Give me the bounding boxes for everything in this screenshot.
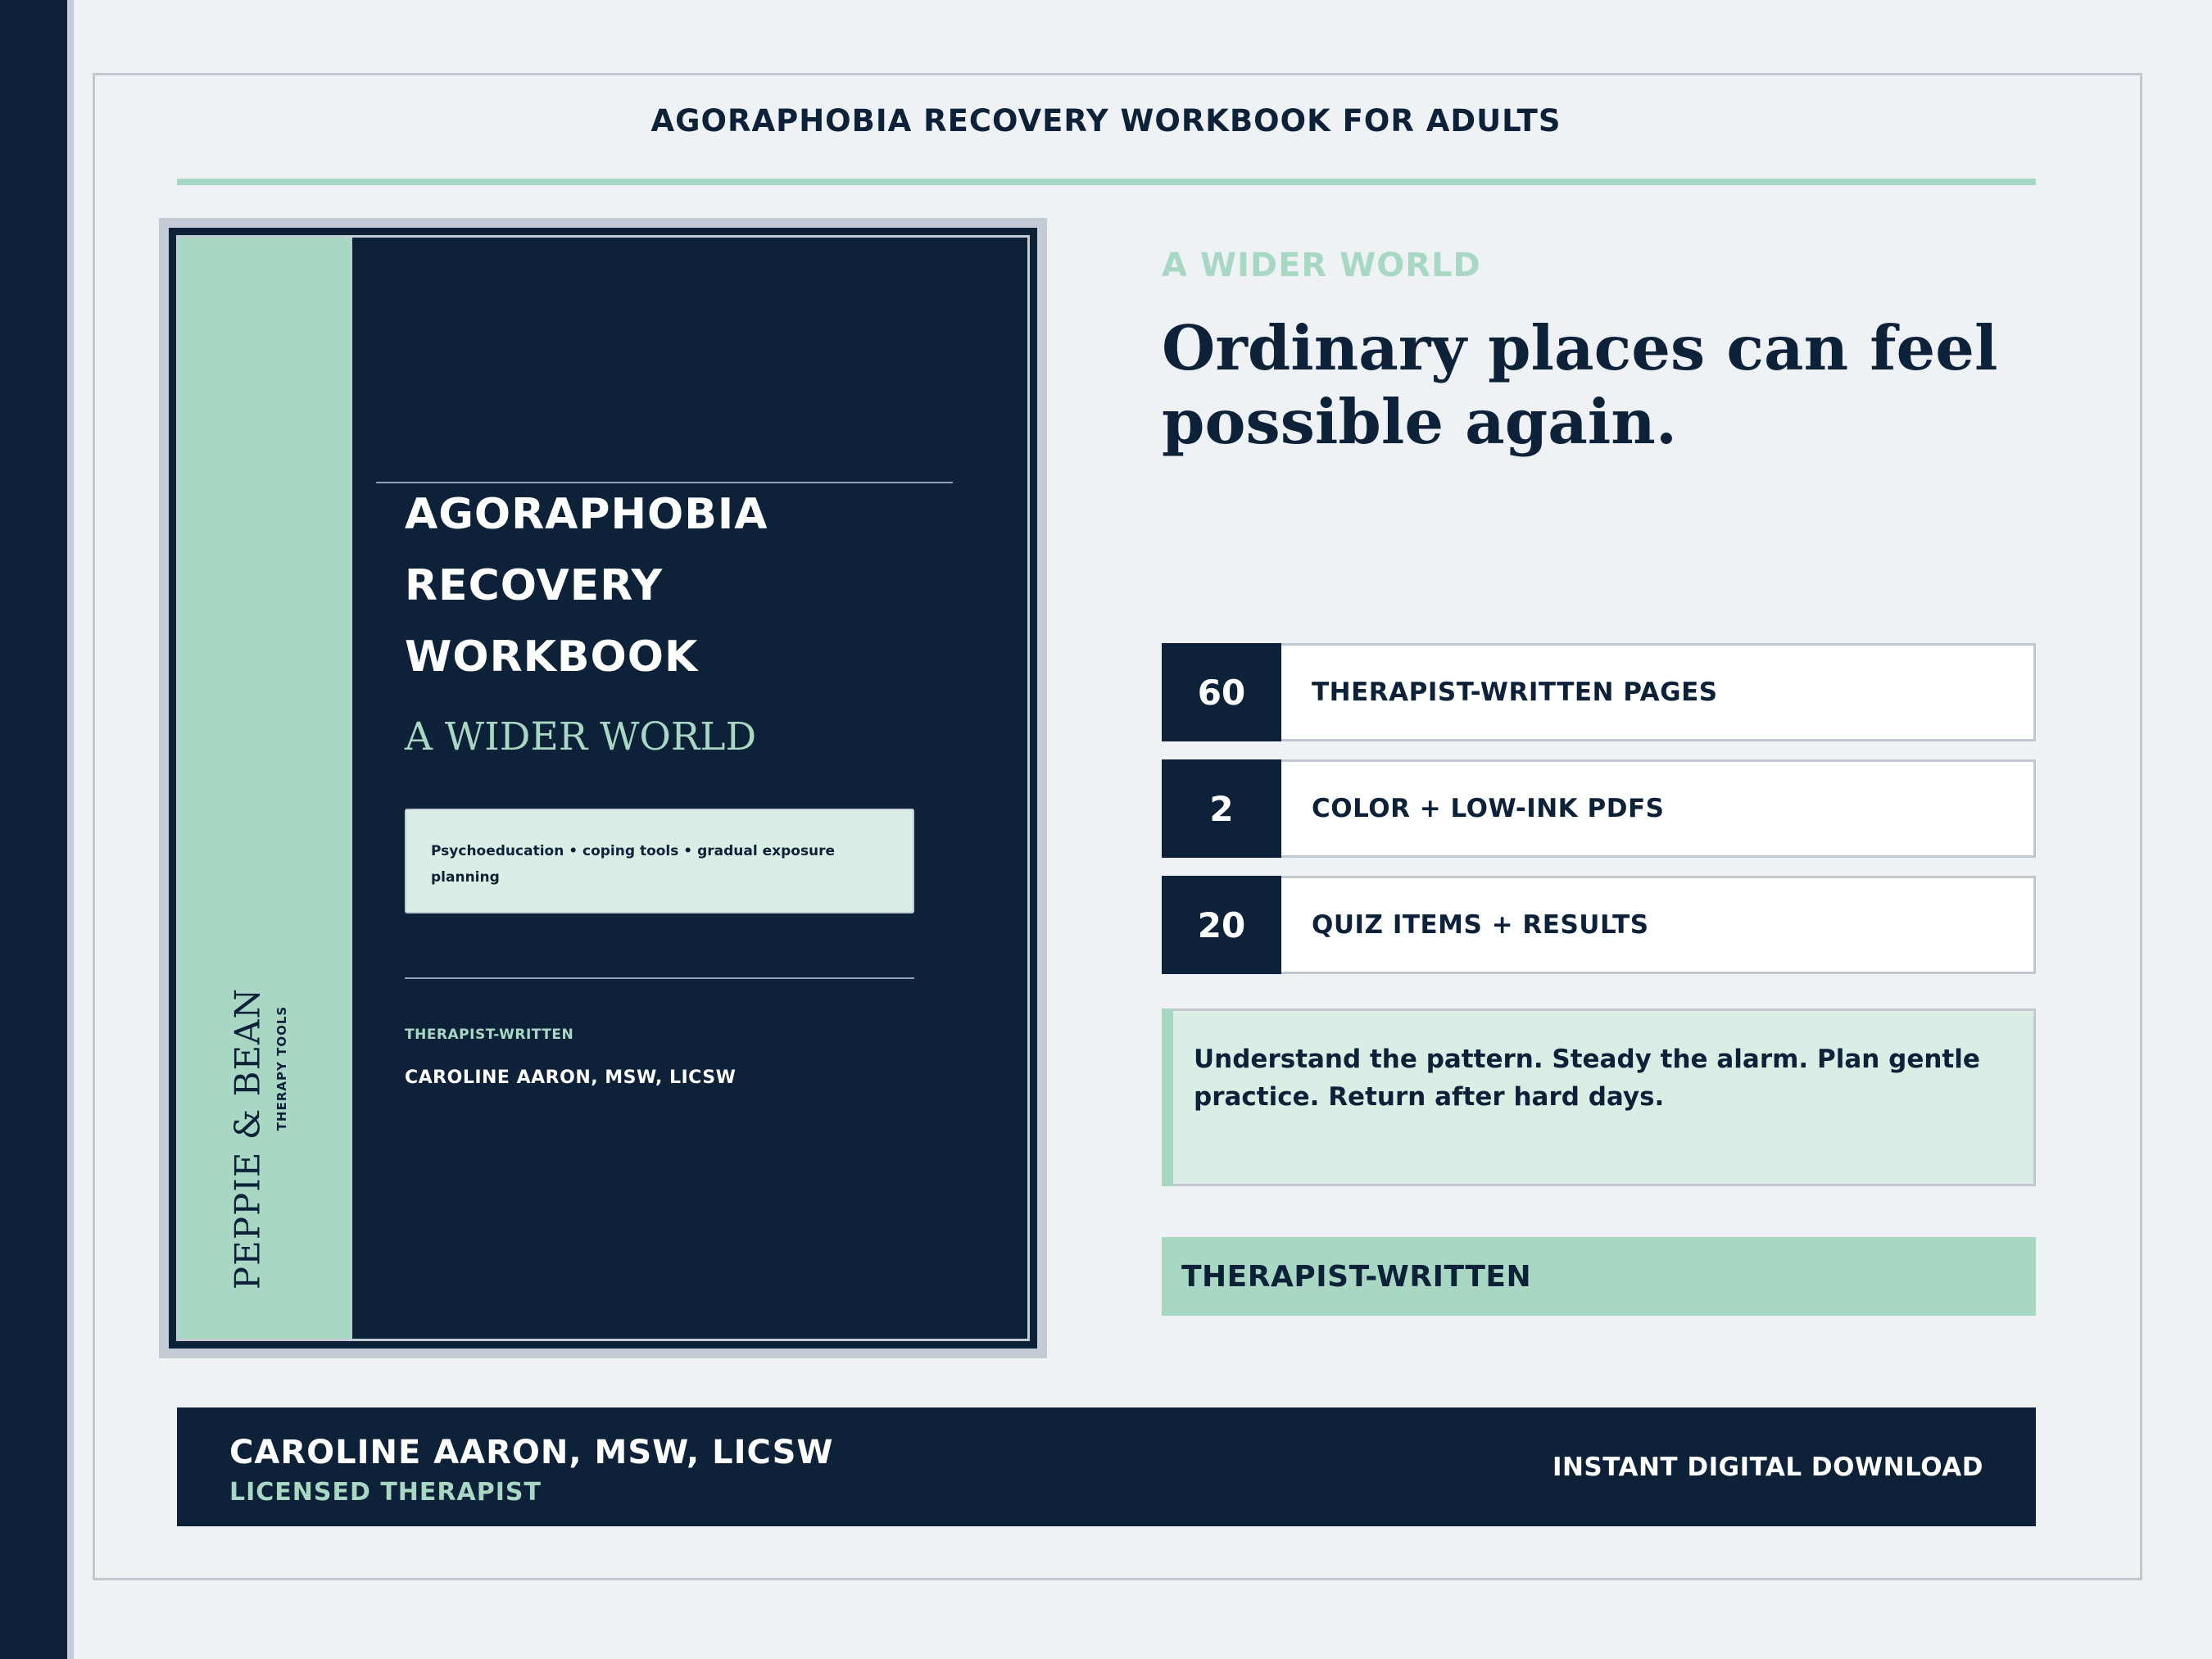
stat-label: QUIZ ITEMS + RESULTS <box>1312 910 1649 940</box>
spine-brand-sub: THERAPY TOOLS <box>274 1005 289 1131</box>
stat-card: 60 THERAPIST-WRITTEN PAGES <box>1162 643 2036 741</box>
stat-number: 2 <box>1162 759 1281 858</box>
quote-text: Understand the pattern. Steady the alarm… <box>1194 1045 1980 1112</box>
footer-author-role: LICENSED THERAPIST <box>229 1478 542 1507</box>
cover-title-line-3: WORKBOOK <box>405 632 699 682</box>
header-divider <box>177 179 2036 185</box>
cover-title-line-2: RECOVERY <box>405 561 664 610</box>
stat-label: COLOR + LOW-INK PDFS <box>1312 794 1665 823</box>
cover-description-box: Psychoeducation • coping tools • gradual… <box>405 809 914 913</box>
cover-inner-border <box>176 235 1030 1341</box>
left-accent-bar-edge <box>67 0 74 1659</box>
cover-divider-bottom <box>405 977 914 979</box>
tag-banner: THERAPIST-WRITTEN <box>1162 1237 2036 1316</box>
quote-accent-bar <box>1162 1009 1173 1186</box>
left-accent-bar <box>0 0 67 1659</box>
cover-title-line-1: AGORAPHOBIA <box>405 490 768 539</box>
footer-download-label: INSTANT DIGITAL DOWNLOAD <box>1552 1452 1983 1482</box>
cover-author: CAROLINE AARON, MSW, LICSW <box>405 1067 737 1088</box>
cover-description-text: Psychoeducation • coping tools • gradual… <box>431 843 836 886</box>
stat-number: 60 <box>1162 643 1281 741</box>
hero-eyebrow: A WIDER WORLD <box>1162 247 1481 284</box>
footer-author-name: CAROLINE AARON, MSW, LICSW <box>229 1434 834 1471</box>
page-title: AGORAPHOBIA RECOVERY WORKBOOK FOR ADULTS <box>650 103 1562 138</box>
cover-subtitle: A WIDER WORLD <box>405 714 757 759</box>
cover-divider-top <box>376 482 953 483</box>
cover-tag: THERAPIST-WRITTEN <box>405 1027 574 1043</box>
stat-card: 2 COLOR + LOW-INK PDFS <box>1162 759 2036 858</box>
quote-box: Understand the pattern. Steady the alarm… <box>1162 1009 2036 1186</box>
footer-bar: CAROLINE AARON, MSW, LICSW LICENSED THER… <box>177 1407 2036 1526</box>
hero-headline: Ordinary places can feel possible again. <box>1162 312 1998 458</box>
stat-card: 20 QUIZ ITEMS + RESULTS <box>1162 876 2036 974</box>
stat-number: 20 <box>1162 876 1281 974</box>
stat-label: THERAPIST-WRITTEN PAGES <box>1312 678 1718 707</box>
spine-brand: PEPPIE & BEAN <box>227 987 268 1290</box>
tag-banner-text: THERAPIST-WRITTEN <box>1181 1259 1532 1294</box>
